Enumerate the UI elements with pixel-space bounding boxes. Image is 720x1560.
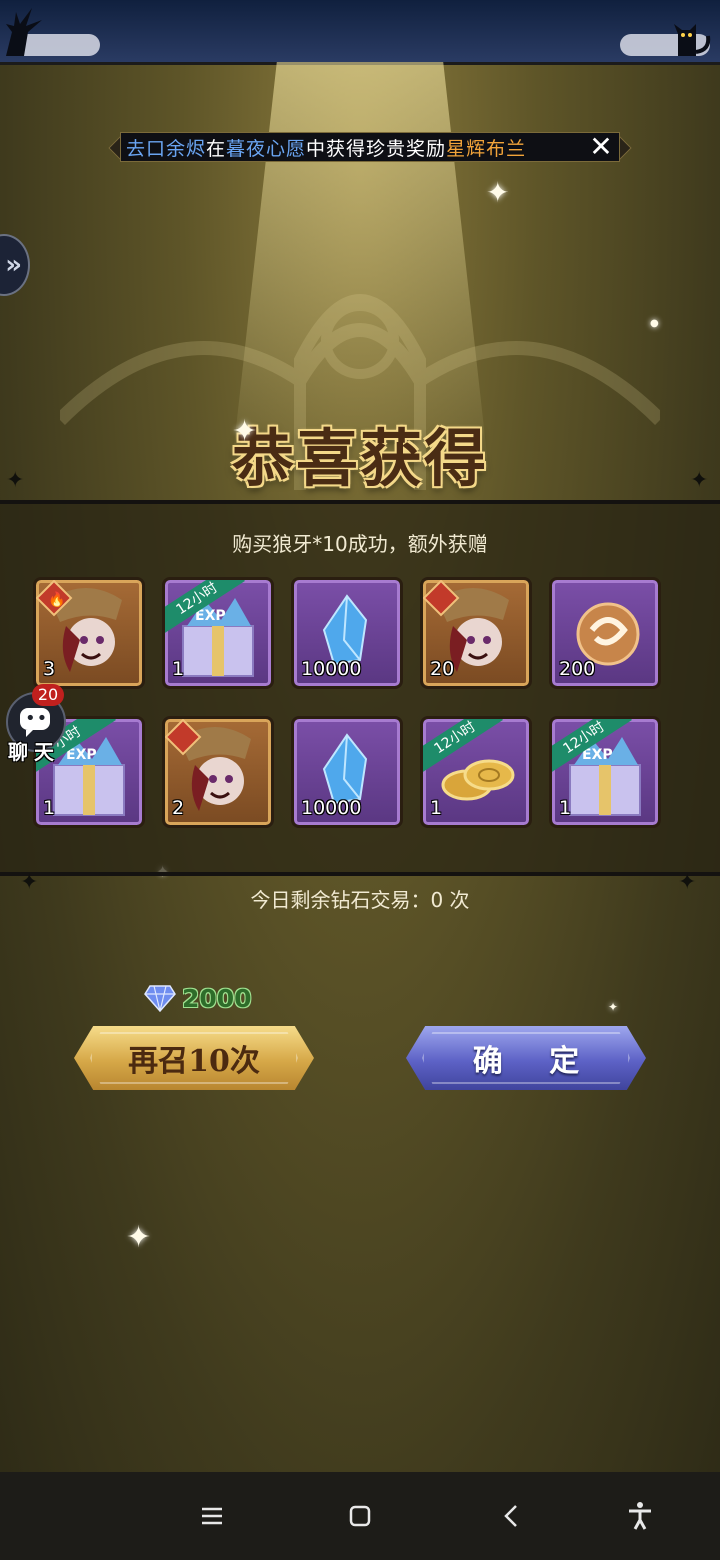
- reward-count: 1: [559, 797, 572, 819]
- reward-count: 10000: [301, 658, 362, 680]
- marquee-player-name: 去口余烬: [126, 137, 207, 160]
- reward-count: 1: [43, 797, 56, 819]
- corner-ornament-icon: ✦: [690, 468, 709, 493]
- chat-unread-badge: 20: [32, 684, 64, 706]
- reward-item[interactable]: EXP 12小时 1: [162, 577, 274, 689]
- daily-trade-remaining: 今日剩余钻石交易：0 次: [250, 888, 470, 912]
- sparkle-icon: ✦: [486, 176, 510, 209]
- chat-label[interactable]: 聊天: [8, 736, 60, 765]
- reward-item[interactable]: 200: [549, 577, 661, 689]
- cost-value: 2000: [182, 983, 252, 1013]
- sparkle-icon: ●: [650, 318, 659, 329]
- reward-item[interactable]: 20: [420, 577, 532, 689]
- back-icon[interactable]: [496, 1500, 528, 1532]
- reward-item[interactable]: 12小时 1: [420, 716, 532, 828]
- reward-item[interactable]: 10000: [291, 577, 403, 689]
- reward-item[interactable]: 🔥 3: [33, 577, 145, 689]
- top-night-strip: [0, 0, 720, 65]
- button-inner-border: [90, 1032, 298, 1084]
- reward-count: 1: [172, 658, 185, 680]
- summon-cost: 2000: [144, 982, 252, 1014]
- reward-item[interactable]: 10000: [291, 716, 403, 828]
- summon-again-button[interactable]: 再召10次: [74, 1026, 314, 1090]
- marquee-reward-name: 星辉布兰: [446, 137, 527, 160]
- home-icon[interactable]: [344, 1500, 376, 1532]
- confirm-button[interactable]: 确 定: [406, 1026, 646, 1090]
- svg-text:🔥: 🔥: [48, 591, 65, 608]
- reward-count: 2: [172, 797, 185, 819]
- marquee-word-at: 在: [206, 137, 227, 160]
- sparkle-icon: ✦: [608, 1000, 619, 1014]
- page-title: 恭喜获得: [231, 422, 488, 495]
- reward-count: 200: [559, 658, 596, 680]
- reward-count: 20: [430, 658, 455, 680]
- tree-silhouette-icon: [6, 8, 42, 56]
- close-icon[interactable]: ✕: [588, 133, 614, 161]
- reward-count: 10000: [301, 797, 362, 819]
- marquee-text: 去口余烬在暮夜心愿中获得珍贵奖励星辉布兰: [126, 134, 586, 161]
- marquee-obtained-text: 中获得珍贵奖励: [306, 137, 447, 160]
- marquee-event-name: 暮夜心愿: [226, 137, 307, 160]
- reward-count: 3: [43, 658, 56, 680]
- menu-icon[interactable]: [196, 1500, 228, 1532]
- button-inner-border: [422, 1032, 630, 1084]
- chat-dots-icon: •••: [25, 708, 60, 729]
- cat-silhouette-icon: [674, 24, 711, 56]
- diamond-icon: [144, 985, 176, 1012]
- corner-ornament-icon: ✦: [6, 468, 25, 493]
- double-chevron-right-icon: »: [5, 250, 22, 280]
- sparkle-icon: ✦: [126, 1220, 152, 1255]
- reward-count: 1: [430, 797, 443, 819]
- system-nav-bar: [0, 1472, 720, 1560]
- purchase-message: 购买狼牙*10成功，额外获赠: [232, 532, 488, 556]
- side-expand-button[interactable]: »: [0, 234, 30, 296]
- reward-item[interactable]: EXP 12小时 1: [549, 716, 661, 828]
- accessibility-icon[interactable]: [624, 1500, 656, 1532]
- sparkle-icon: ✦: [232, 414, 258, 449]
- reward-item[interactable]: 2: [162, 716, 274, 828]
- announcement-marquee: 去口余烬在暮夜心愿中获得珍贵奖励星辉布兰 ✕: [108, 130, 632, 164]
